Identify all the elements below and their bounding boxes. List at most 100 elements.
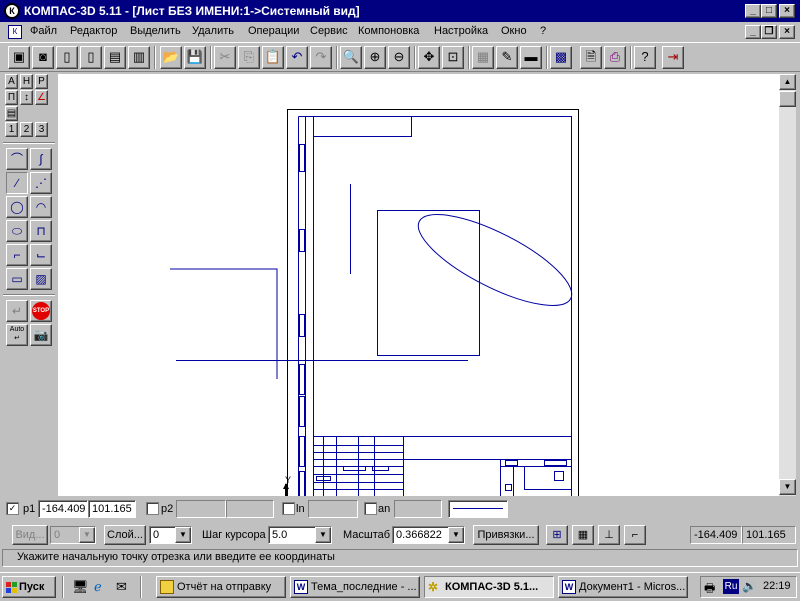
param-panel-icon[interactable]: P	[35, 74, 48, 89]
save-icon[interactable]: 💾	[184, 46, 206, 69]
scale-select[interactable]: 0.366822 ▼	[392, 526, 465, 544]
p2-checkbox[interactable]	[146, 502, 159, 515]
edit-panel-icon[interactable]: ∠	[35, 90, 48, 105]
menu-window[interactable]: Окно	[501, 25, 527, 37]
menu-service[interactable]: Сервис	[310, 25, 348, 37]
snapshot-icon[interactable]: 📷	[30, 324, 52, 346]
print-preview-icon[interactable]: 🗎	[580, 46, 602, 69]
menu-editor[interactable]: Редактор	[70, 25, 117, 37]
printer-tray-icon[interactable]: 🖶	[704, 579, 715, 600]
ellipse-tool-icon[interactable]: ⬭	[6, 220, 28, 242]
p2-y-field[interactable]	[226, 500, 274, 518]
task-button[interactable]: W Тема_последние - ...	[290, 576, 420, 598]
minimize-button[interactable]: _	[745, 4, 761, 18]
cursor-step-select[interactable]: 5.0 ▼	[268, 526, 332, 544]
kompas-app-icon[interactable]: К	[4, 3, 20, 19]
zoom-in-icon[interactable]: ⊕	[364, 46, 386, 69]
scroll-up-arrow-icon[interactable]: ▲	[779, 74, 796, 90]
language-indicator[interactable]: Ru	[723, 579, 739, 594]
chevron-down-icon[interactable]: ▼	[175, 527, 191, 543]
chevron-down-icon[interactable]: ▼	[315, 527, 331, 543]
view-1-button[interactable]: 1	[5, 122, 18, 137]
view-3-button[interactable]: 3	[35, 122, 48, 137]
layer-button[interactable]: Слой...	[104, 525, 146, 545]
p1-checkbox[interactable]: ✓	[6, 502, 19, 515]
menu-settings[interactable]: Настройка	[434, 25, 488, 37]
context-help-icon[interactable]: ?	[634, 46, 656, 69]
new-document-icon[interactable]: ▯	[56, 46, 78, 69]
select-panel-icon[interactable]: ▤	[5, 106, 18, 121]
cut-icon[interactable]: ✂	[214, 46, 236, 69]
layer-icon[interactable]: ▬	[520, 46, 542, 69]
circle-tool-icon[interactable]: ◯	[6, 196, 28, 218]
redo-icon[interactable]: ↷	[310, 46, 332, 69]
maximize-button[interactable]: □	[761, 4, 777, 18]
menu-delete[interactable]: Удалить	[192, 25, 234, 37]
document-icon[interactable]: К	[8, 25, 22, 39]
polygon-tool-icon[interactable]: ▭	[6, 268, 28, 290]
chamfer-tool-icon[interactable]: ⌐	[6, 244, 28, 266]
an-checkbox[interactable]	[364, 502, 377, 515]
menu-operations[interactable]: Операции	[248, 25, 299, 37]
exit-icon[interactable]: ⇥	[662, 46, 684, 69]
hatch-panel-icon[interactable]: H	[20, 74, 33, 89]
spline-tool-icon[interactable]: ∫	[30, 148, 52, 170]
view-2-button[interactable]: 2	[20, 122, 33, 137]
ln-checkbox[interactable]	[282, 502, 295, 515]
layer-select[interactable]: 0 ▼	[149, 526, 192, 544]
arc-tool-icon[interactable]: ⌒	[6, 148, 28, 170]
start-button[interactable]: Пуск	[2, 576, 56, 598]
enter-object-icon[interactable]: ↵	[6, 300, 28, 322]
pan-icon[interactable]: ✥	[418, 46, 440, 69]
zoom-out-icon[interactable]: ⊖	[388, 46, 410, 69]
an-field[interactable]	[394, 500, 442, 518]
new-fragment-icon[interactable]: ◙	[32, 46, 54, 69]
p1-x-field[interactable]: -164.409	[38, 500, 88, 518]
open-table-icon[interactable]: ▥	[128, 46, 150, 69]
fillet-tool-icon[interactable]: ⌙	[30, 244, 52, 266]
scroll-thumb[interactable]	[779, 91, 796, 107]
show-desktop-icon[interactable]: 🖥	[72, 579, 89, 595]
close-button[interactable]: ×	[779, 4, 795, 18]
print-icon[interactable]: ⎙	[604, 46, 626, 69]
new-spec-icon[interactable]: ▤	[104, 46, 126, 69]
vertical-scrollbar[interactable]: ▲ ▼	[779, 74, 796, 496]
ln-field[interactable]	[308, 500, 358, 518]
symbol-panel-icon[interactable]: Π	[5, 90, 18, 105]
task-button[interactable]: W Документ1 - Micros...	[558, 576, 688, 598]
drawing-canvas[interactable]: Y	[58, 74, 779, 510]
outlook-icon[interactable]: ✉	[116, 579, 127, 595]
p1-y-field[interactable]: 101.165	[88, 500, 136, 518]
paste-icon[interactable]: 📋	[262, 46, 284, 69]
edit-icon[interactable]: ✎	[496, 46, 518, 69]
new-text-icon[interactable]: ▯	[80, 46, 102, 69]
menu-layout[interactable]: Компоновка	[358, 25, 419, 37]
grid-icon[interactable]: ▦	[572, 525, 594, 545]
rectangle-tool-icon[interactable]: ⊓	[30, 220, 52, 242]
measure-panel-icon[interactable]: ↕	[20, 90, 33, 105]
auto-create-icon[interactable]: Auto ↵	[6, 324, 28, 346]
dimension-panel-icon[interactable]: A	[5, 74, 18, 89]
ortho-icon[interactable]: ⌐	[624, 525, 646, 545]
scroll-down-arrow-icon[interactable]: ▼	[779, 479, 796, 495]
line-style-field[interactable]	[448, 500, 508, 518]
copy-icon[interactable]: ⎘	[238, 46, 260, 69]
doc-close-button[interactable]: ×	[779, 25, 795, 39]
chevron-down-icon[interactable]: ▼	[79, 527, 95, 543]
undo-icon[interactable]: ↶	[286, 46, 308, 69]
local-cs-icon[interactable]: ⊥	[598, 525, 620, 545]
polyline-tool-icon[interactable]: ⋰	[30, 172, 52, 194]
hatch-tool-icon[interactable]: ▨	[30, 268, 52, 290]
task-button-active[interactable]: ✲ КОМПАС-3D 5.1...	[424, 576, 554, 598]
internet-explorer-icon[interactable]: ℯ	[94, 579, 102, 595]
zoom-window-icon[interactable]: 🔍	[340, 46, 362, 69]
snap-settings-icon[interactable]: ⊞	[546, 525, 568, 545]
calculator-icon[interactable]: ▩	[550, 46, 572, 69]
menu-help[interactable]: ?	[540, 25, 546, 37]
doc-restore-button[interactable]: ❐	[761, 25, 777, 39]
arc-3pt-tool-icon[interactable]: ◠	[30, 196, 52, 218]
open-folder-icon[interactable]: 📂	[160, 46, 182, 69]
doc-minimize-button[interactable]: _	[745, 25, 761, 39]
show-all-icon[interactable]: ⊡	[442, 46, 464, 69]
task-button[interactable]: Отчёт на отправку	[156, 576, 286, 598]
